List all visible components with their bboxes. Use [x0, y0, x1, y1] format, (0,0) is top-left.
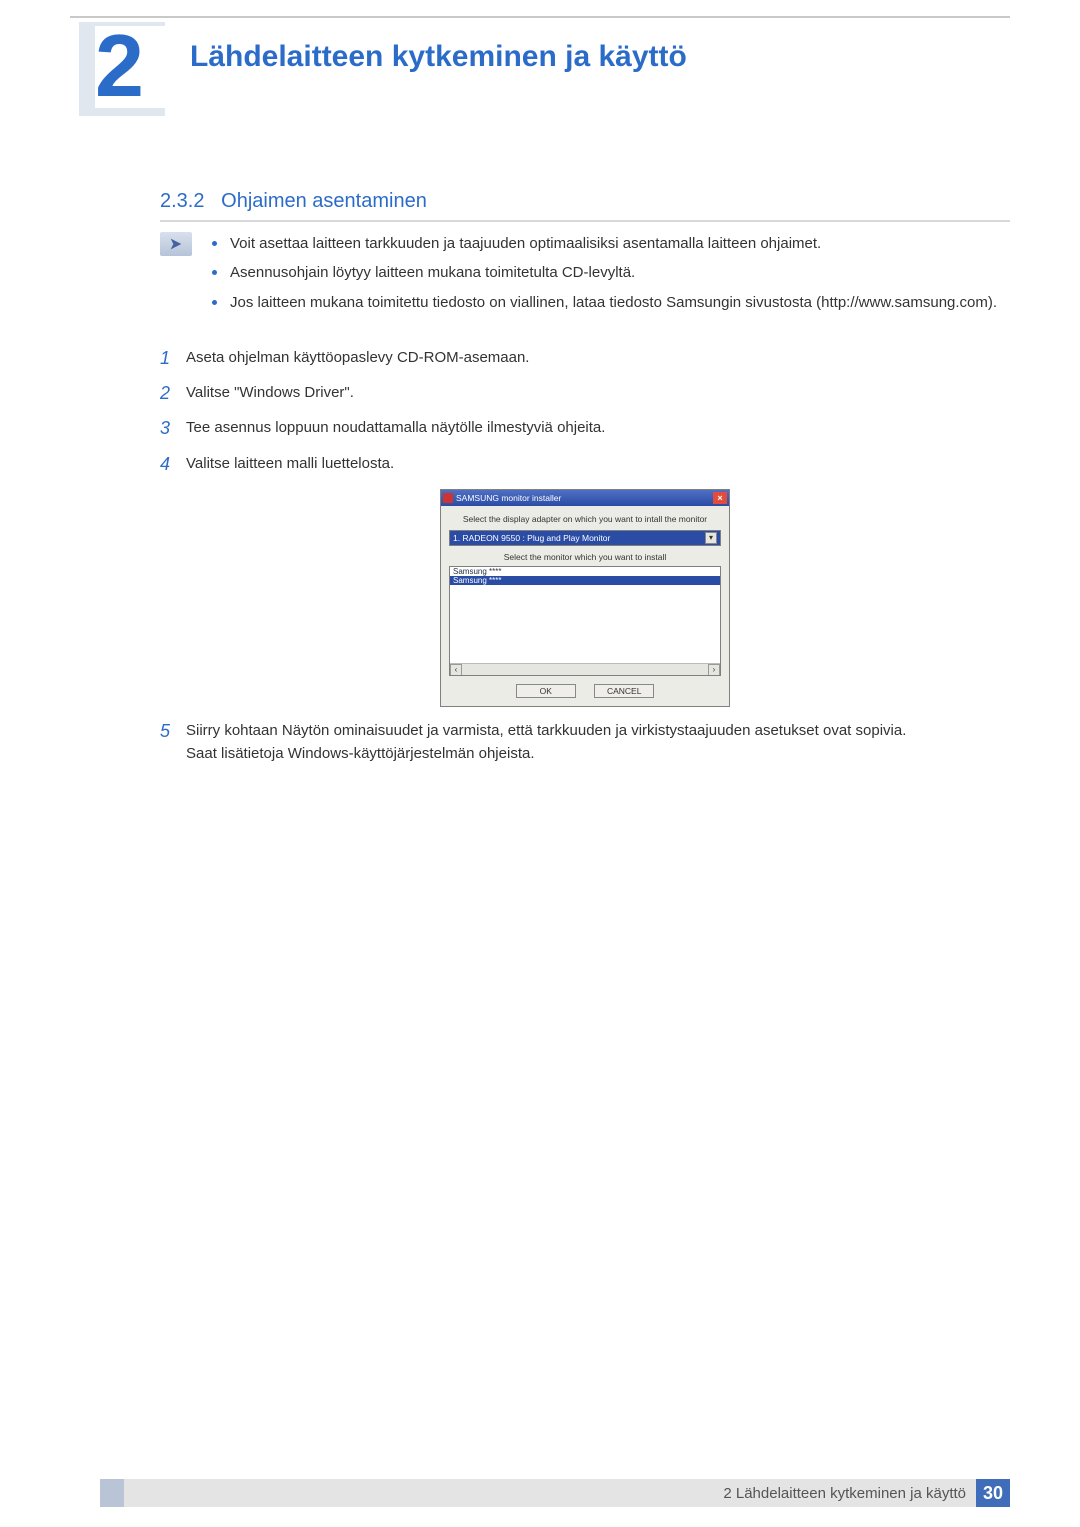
step-text: Tee asennus loppuun noudattamalla näytöl… — [186, 416, 605, 441]
page-number: 30 — [976, 1479, 1010, 1507]
installer-title: SAMSUNG monitor installer — [456, 493, 713, 503]
installer-dialog: SAMSUNG monitor installer × Select the d… — [440, 489, 730, 707]
step-number: 1 — [160, 346, 186, 371]
note-area: Voit asettaa laitteen tarkkuuden ja taaj… — [160, 232, 1010, 320]
footer-chapter-text: 2 Lähdelaitteen kytkeminen ja käyttö — [723, 1485, 966, 1502]
step-text: Valitse "Windows Driver". — [186, 381, 354, 406]
section-rule — [160, 220, 1010, 222]
cancel-button[interactable]: CANCEL — [594, 684, 654, 698]
step-number: 3 — [160, 416, 186, 441]
note-item: Asennusohjain löytyy laitteen mukana toi… — [212, 261, 1010, 284]
monitor-listbox[interactable]: Samsung **** Samsung **** ‹ › — [449, 566, 721, 676]
horizontal-scrollbar[interactable]: ‹ › — [450, 663, 720, 675]
chapter-number-block: 2 — [95, 26, 165, 108]
step-row: 1 Aseta ohjelman käyttöopaslevy CD-ROM-a… — [160, 346, 1010, 371]
step-text: Valitse laitteen malli luettelosta. — [186, 452, 394, 477]
step-row: 3 Tee asennus loppuun noudattamalla näyt… — [160, 416, 1010, 441]
step-row: 2 Valitse "Windows Driver". — [160, 381, 1010, 406]
chapter-number: 2 — [95, 26, 165, 105]
note-list: Voit asettaa laitteen tarkkuuden ja taaj… — [212, 232, 1010, 314]
steps-list: 1 Aseta ohjelman käyttöopaslevy CD-ROM-a… — [160, 346, 1010, 775]
step-row: 4 Valitse laitteen malli luettelosta. — [160, 452, 1010, 477]
note-icon — [160, 232, 192, 256]
section-number: 2.3.2 — [160, 190, 204, 212]
close-icon[interactable]: × — [713, 492, 727, 504]
step-text: Aseta ohjelman käyttöopaslevy CD-ROM-ase… — [186, 346, 529, 371]
installer-button-row: OK CANCEL — [449, 684, 721, 698]
installer-app-icon — [443, 493, 453, 503]
list-item[interactable]: Samsung **** — [450, 576, 720, 585]
installer-body: Select the display adapter on which you … — [441, 506, 729, 706]
note-item: Voit asettaa laitteen tarkkuuden ja taaj… — [212, 232, 1010, 255]
list-item[interactable]: Samsung **** — [450, 567, 720, 576]
step-number: 5 — [160, 719, 186, 766]
ok-button[interactable]: OK — [516, 684, 576, 698]
scroll-right-icon[interactable]: › — [708, 664, 720, 676]
scroll-left-icon[interactable]: ‹ — [450, 664, 462, 676]
section-heading: 2.3.2 Ohjaimen asentaminen — [160, 190, 427, 213]
step-row: 5 Siirry kohtaan Näytön ominaisuudet ja … — [160, 719, 1010, 766]
chapter-title: Lähdelaitteen kytkeminen ja käyttö — [190, 40, 687, 74]
footer-accent — [100, 1479, 124, 1507]
chevron-down-icon[interactable]: ▾ — [705, 532, 717, 544]
note-item: Jos laitteen mukana toimitettu tiedosto … — [212, 291, 1010, 314]
page-footer: 2 Lähdelaitteen kytkeminen ja käyttö 30 — [100, 1479, 1010, 1507]
adapter-value: 1. RADEON 9550 : Plug and Play Monitor — [453, 533, 610, 543]
adapter-dropdown[interactable]: 1. RADEON 9550 : Plug and Play Monitor ▾ — [449, 530, 721, 546]
step-number: 4 — [160, 452, 186, 477]
top-rule — [70, 16, 1010, 18]
step-text-extra: Saat lisätietoja Windows-käyttöjärjestel… — [186, 745, 535, 762]
monitor-label: Select the monitor which you want to ins… — [449, 552, 721, 562]
step-number: 2 — [160, 381, 186, 406]
step-text: Siirry kohtaan Näytön ominaisuudet ja va… — [186, 719, 906, 766]
installer-titlebar: SAMSUNG monitor installer × — [441, 490, 729, 506]
step-text-main: Siirry kohtaan Näytön ominaisuudet ja va… — [186, 722, 906, 739]
section-title: Ohjaimen asentaminen — [221, 190, 427, 212]
adapter-label: Select the display adapter on which you … — [449, 514, 721, 524]
